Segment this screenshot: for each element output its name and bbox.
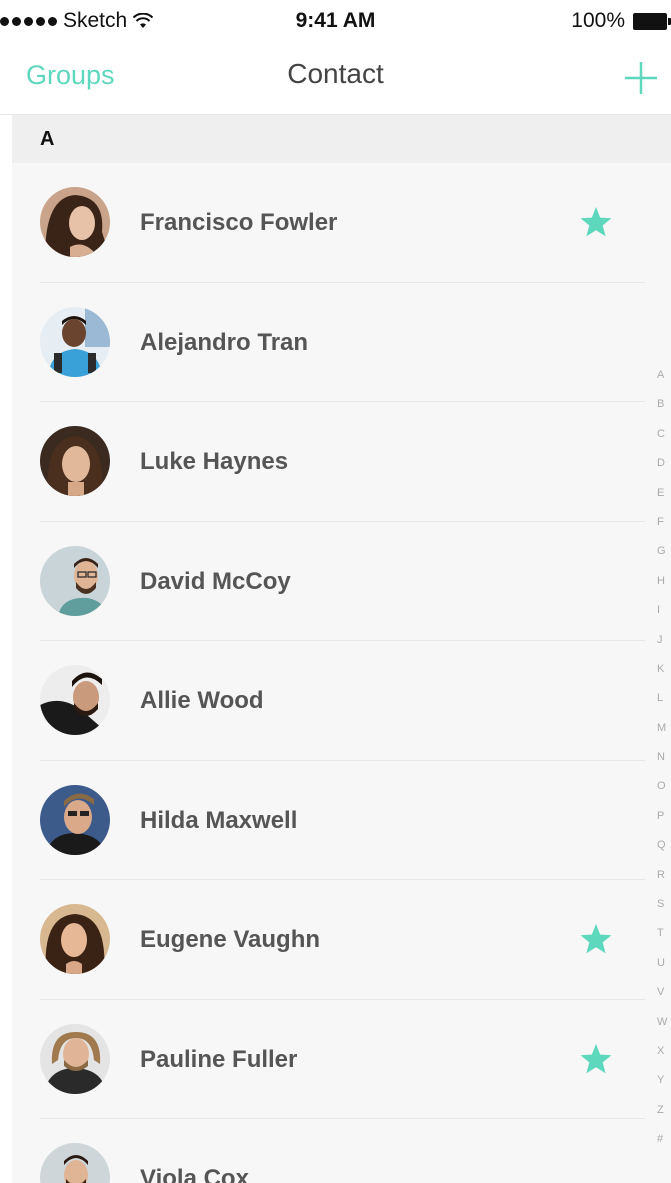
navigation-bar: Groups Contact — [0, 40, 671, 115]
contact-row[interactable]: Pauline Fuller — [12, 1000, 671, 1119]
index-letter[interactable]: E — [657, 479, 671, 508]
avatar — [40, 904, 110, 974]
index-letter[interactable]: Q — [657, 831, 671, 860]
section-letter: A — [40, 128, 55, 150]
index-letter[interactable]: K — [657, 655, 671, 684]
battery-percent: 100% — [571, 9, 625, 32]
index-letter[interactable]: C — [657, 420, 671, 449]
contact-list-area: A Francisco Fowler Alejandro Tran Luke H… — [12, 115, 671, 1183]
index-letter[interactable]: O — [657, 772, 671, 801]
page-title: Contact — [287, 58, 384, 89]
contact-name: David McCoy — [140, 567, 291, 595]
index-letter[interactable]: L — [657, 684, 671, 713]
index-letter[interactable]: N — [657, 743, 671, 772]
contact-name: Eugene Vaughn — [140, 926, 321, 953]
index-letter[interactable]: V — [657, 978, 671, 1007]
contact-row[interactable]: Alejandro Tran — [12, 283, 671, 402]
index-letter[interactable]: I — [657, 596, 671, 625]
contact-row[interactable]: Luke Haynes — [12, 402, 671, 522]
index-letter[interactable]: W — [657, 1008, 671, 1037]
avatar — [40, 306, 110, 377]
contact-row[interactable]: Allie Wood — [12, 641, 671, 761]
star-icon[interactable] — [579, 1042, 613, 1076]
section-header: A — [12, 115, 671, 163]
status-bar: Sketch 9:41 AM 100% — [0, 0, 671, 40]
index-letter[interactable]: B — [657, 390, 671, 419]
contact-name: Viola Cox — [140, 1165, 249, 1183]
battery-icon — [633, 12, 671, 30]
index-letter[interactable]: Y — [657, 1066, 671, 1095]
index-letter[interactable]: A — [657, 361, 671, 390]
plus-icon[interactable] — [619, 56, 663, 100]
avatar — [40, 665, 110, 735]
status-right: 100% — [571, 9, 671, 33]
avatar — [40, 784, 110, 855]
contact-name: Francisco Fowler — [140, 209, 338, 236]
star-icon[interactable] — [579, 205, 613, 239]
index-letter[interactable]: U — [657, 949, 671, 978]
index-letter[interactable]: P — [657, 802, 671, 831]
star-icon[interactable] — [579, 922, 613, 956]
contact-name: Allie Wood — [140, 687, 264, 714]
avatar — [40, 545, 110, 616]
index-letter[interactable]: T — [657, 919, 671, 948]
contact-name: Luke Haynes — [140, 448, 289, 475]
index-letter[interactable]: G — [657, 537, 671, 566]
contact-row[interactable]: Viola Cox — [12, 1119, 671, 1183]
index-letter[interactable]: X — [657, 1037, 671, 1066]
alphabet-index[interactable]: A B C D E F G H I J K L M N O P Q R S T U V W X Y Z # — [657, 361, 671, 1155]
avatar — [40, 187, 110, 257]
index-letter[interactable]: F — [657, 508, 671, 537]
contact-row[interactable]: Eugene Vaughn — [12, 880, 671, 1000]
contact-list: Francisco Fowler Alejandro Tran Luke Hay… — [12, 163, 671, 1183]
avatar — [40, 426, 110, 496]
avatar — [40, 1023, 110, 1094]
index-letter[interactable]: R — [657, 861, 671, 890]
avatar — [40, 1143, 110, 1183]
contact-row[interactable]: Hilda Maxwell — [12, 761, 671, 880]
contact-row[interactable]: David McCoy — [12, 522, 671, 641]
index-letter[interactable]: M — [657, 714, 671, 743]
contacts-screen: Sketch 9:41 AM 100% Groups Contact A Fra… — [0, 0, 671, 1183]
index-letter[interactable]: H — [657, 567, 671, 596]
contact-name: Alejandro Tran — [140, 328, 309, 356]
contact-name: Pauline Fuller — [140, 1045, 298, 1073]
contact-name: Hilda Maxwell — [140, 806, 298, 834]
contact-row[interactable]: Francisco Fowler — [12, 163, 671, 283]
index-letter[interactable]: S — [657, 890, 671, 919]
index-letter[interactable]: # — [657, 1125, 671, 1154]
index-letter[interactable]: D — [657, 449, 671, 478]
index-letter[interactable]: Z — [657, 1096, 671, 1125]
index-letter[interactable]: J — [657, 626, 671, 655]
